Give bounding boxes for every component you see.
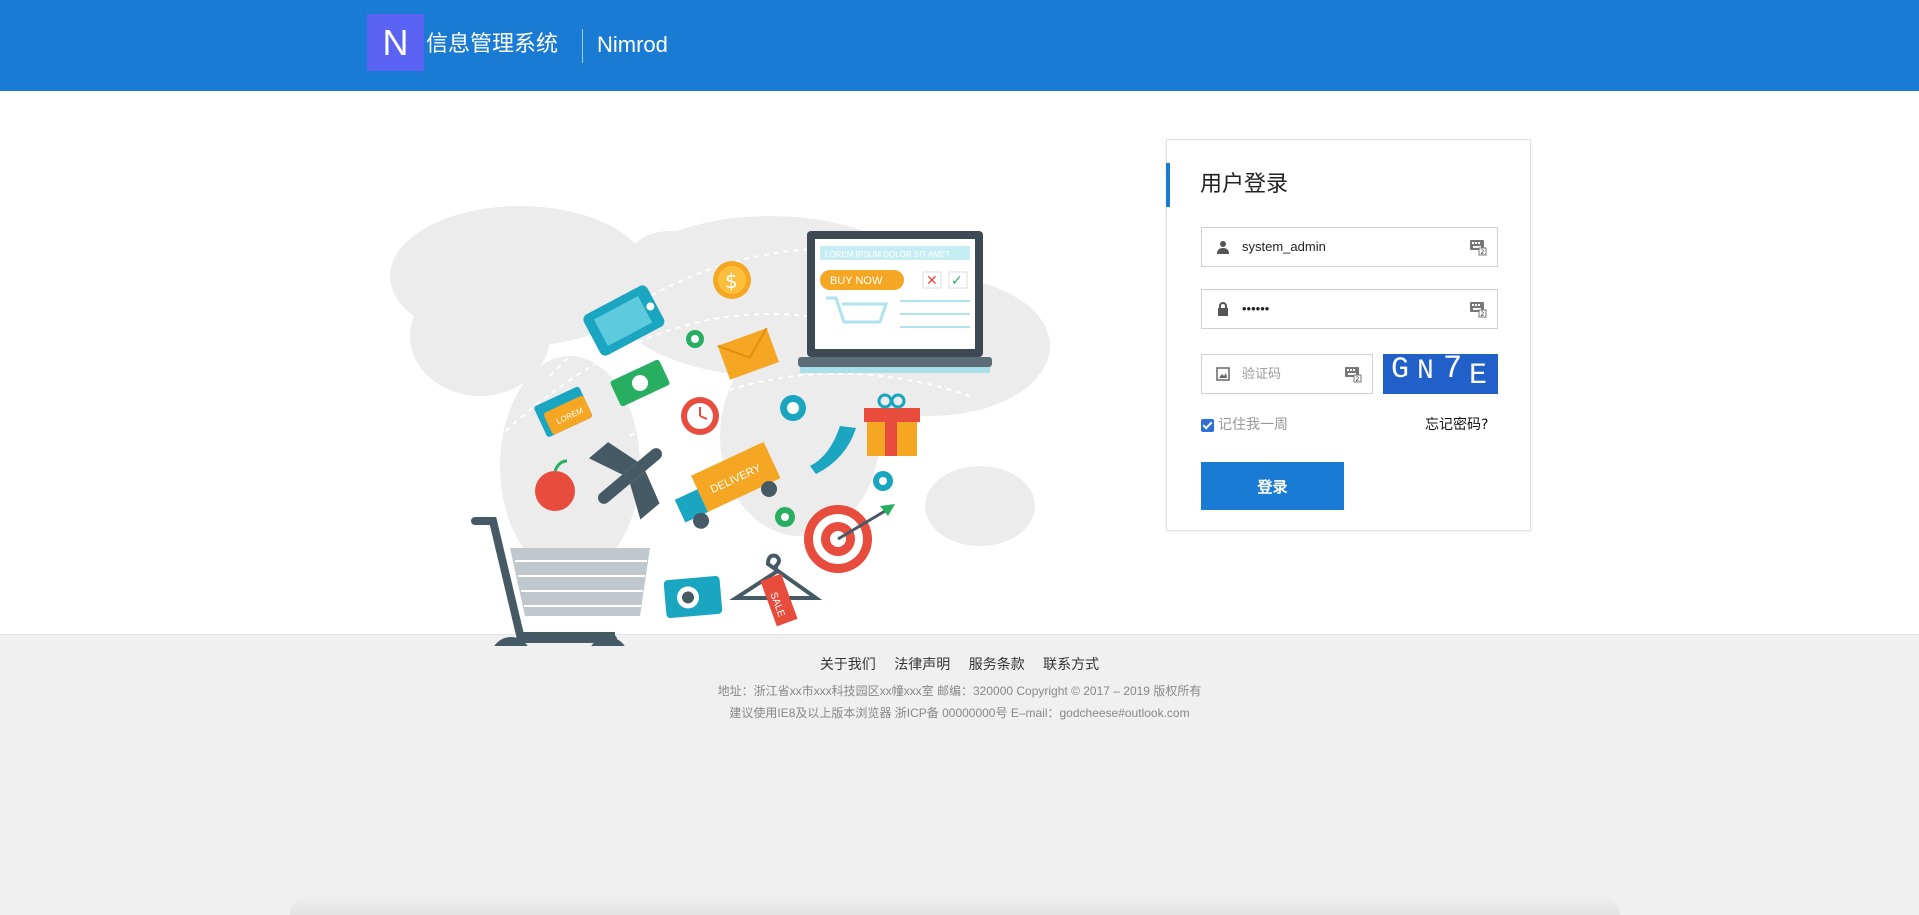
remember-label: 记住我一周 [1218,417,1288,433]
captcha-field[interactable]: 2 [1201,354,1373,394]
footer-address: 地址：浙江省xx市xxx科技园区xx幢xxx室 邮编：320000 Copyri… [717,684,1202,698]
top-header: N 信息管理系统 Nimrod [0,0,1919,91]
svg-text:2: 2 [1481,249,1485,256]
keyboard-icon[interactable]: 2 [1344,365,1362,383]
captcha-char: N [1417,356,1434,387]
lock-icon [1218,302,1228,316]
svg-text:✕: ✕ [926,273,938,289]
login-card: 用户登录 2 •••••• 2 2 G N 7 E 记住我一周 忘记密码? 登录 [1166,139,1531,531]
captcha-char: G [1391,354,1410,387]
cash-icon [610,359,670,407]
logo[interactable]: N [367,14,424,71]
username-field[interactable]: 2 [1201,227,1498,267]
gear-icon [686,330,704,348]
forgot-password-link[interactable]: 忘记密码? [1425,415,1488,435]
svg-text:2: 2 [1356,376,1360,383]
sale-tag-icon: SALE [729,553,823,627]
laptop-banner-text: LOREM IPSUM DOLOR SIT AMET [825,250,950,259]
image-icon [1216,367,1230,381]
password-field[interactable]: •••••• 2 [1201,289,1498,329]
header-divider [582,29,583,63]
footer-links: 关于我们 法律声明 服务条款 联系方式 [0,655,1919,675]
captcha-char: E [1469,359,1488,393]
remember-me[interactable]: 记住我一周 [1201,416,1288,434]
login-title: 用户登录 [1200,172,1289,197]
dollar-coin-icon: $ [713,261,751,299]
gear-icon [775,507,795,527]
brand-name: Nimrod [597,32,668,57]
footer-browser-info: 建议使用IE8及以上版本浏览器 浙ICP备 00000000号 E–mail：g… [729,706,1190,720]
footer-link-about[interactable]: 关于我们 [820,657,876,673]
gear-icon [873,471,893,491]
buy-now-text: BUY NOW [830,275,883,287]
captcha-image[interactable]: G N 7 E [1383,354,1498,394]
card-accent-bar [1166,163,1170,207]
user-icon [1217,241,1229,254]
footer-link-contact[interactable]: 联系方式 [1043,657,1099,673]
main-area: LOREM IPSUM DOLOR SIT AMET BUY NOW ✕ ✓ $ [0,91,1919,646]
captcha-char: 7 [1443,354,1463,387]
footer-link-terms[interactable]: 服务条款 [969,657,1025,673]
svg-text:✓: ✓ [951,273,963,289]
login-button[interactable]: 登录 [1201,462,1344,510]
svg-text:$: $ [725,269,738,293]
captcha-input[interactable] [1242,355,1352,393]
gear-icon [780,395,806,421]
footer-link-legal[interactable]: 法律声明 [894,657,950,673]
keyboard-icon[interactable]: 2 [1469,238,1487,256]
remember-checkbox[interactable] [1201,418,1214,432]
keyboard-icon[interactable]: 2 [1469,300,1487,318]
system-title: 信息管理系统 [426,32,559,57]
target-icon [804,504,895,573]
camera-icon [663,575,723,619]
bottom-shadow [290,895,1620,915]
alarm-clock-icon [681,397,719,435]
laptop-icon: LOREM IPSUM DOLOR SIT AMET BUY NOW ✕ ✓ [798,231,992,373]
svg-text:2: 2 [1481,311,1485,318]
username-input[interactable] [1242,228,1442,266]
password-input[interactable]: •••••• [1242,290,1442,328]
ecommerce-illustration: LOREM IPSUM DOLOR SIT AMET BUY NOW ✕ ✓ $ [390,206,1050,646]
